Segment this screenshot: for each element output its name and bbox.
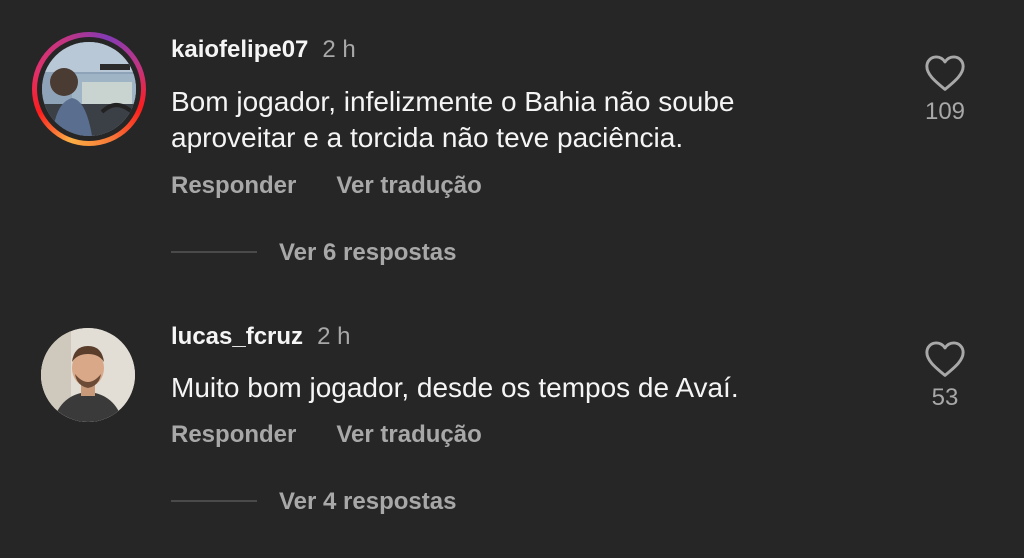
comment-actions: Responder Ver tradução: [171, 421, 482, 449]
timestamp: 2 h: [322, 36, 356, 63]
see-translation-button[interactable]: Ver tradução: [336, 172, 481, 199]
heart-outline-icon[interactable]: [924, 54, 966, 92]
like-control: 109: [905, 54, 985, 126]
avatar-photo: [42, 42, 136, 136]
comments-panel: kaiofelipe07 2 h Bom jogador, infelizment…: [0, 0, 1024, 558]
username[interactable]: kaiofelipe07: [171, 36, 308, 63]
view-replies-button[interactable]: Ver 4 respostas: [171, 488, 456, 516]
view-replies-label: Ver 4 respostas: [279, 488, 457, 515]
like-count: 53: [931, 384, 959, 411]
reply-button[interactable]: Responder: [171, 172, 296, 199]
comment-text: Muito bom jogador, desde os tempos de Av…: [171, 372, 739, 403]
divider: [171, 250, 257, 253]
view-replies-button[interactable]: Ver 6 respostas: [171, 239, 456, 267]
see-translation-button[interactable]: Ver tradução: [336, 421, 481, 448]
like-control: 53: [905, 340, 985, 412]
view-replies-label: Ver 6 respostas: [279, 239, 457, 266]
avatar-photo: [41, 328, 135, 422]
username[interactable]: lucas_fcruz: [171, 323, 303, 350]
comment-actions: Responder Ver tradução: [171, 172, 482, 200]
heart-outline-icon[interactable]: [924, 340, 966, 378]
avatar[interactable]: [41, 328, 135, 422]
timestamp: 2 h: [317, 323, 351, 350]
divider: [171, 499, 257, 502]
avatar[interactable]: [32, 32, 146, 146]
comment-header: lucas_fcruz 2 h: [171, 323, 350, 351]
comment-header: kaiofelipe07 2 h: [171, 36, 356, 64]
like-count: 109: [924, 98, 966, 125]
reply-button[interactable]: Responder: [171, 421, 296, 448]
comment-text: Bom jogador, infelizmente o Bahia não so…: [171, 86, 735, 153]
